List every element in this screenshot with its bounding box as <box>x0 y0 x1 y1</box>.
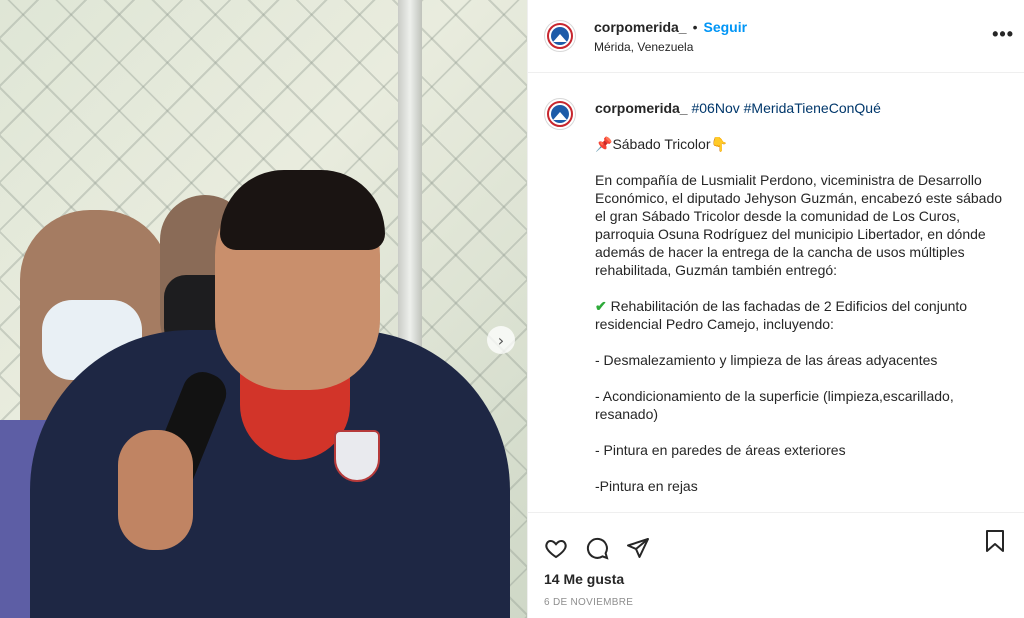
caption-title: 📌Sábado Tricolor👇 <box>595 135 1010 153</box>
post-date[interactable]: 6 DE NOVIEMBRE <box>528 597 1024 608</box>
caption-list-item: -Pintura en rejas <box>595 478 698 494</box>
logo-ring <box>547 23 573 49</box>
caption-username-link[interactable]: corpomerida_ <box>595 100 688 116</box>
caption-list-item: - Acondicionamiento de la superficie (li… <box>595 388 954 422</box>
logo-ring <box>547 101 573 127</box>
hashtag-links[interactable]: #06Nov #MeridaTieneConQué <box>691 100 880 116</box>
next-photo-button[interactable]: › <box>487 326 515 354</box>
likes-count[interactable]: 14 Me gusta <box>528 571 1024 587</box>
header-line: corpomerida_ • Seguir <box>594 19 747 35</box>
share-icon <box>627 538 649 558</box>
caption-area: corpomerida_ #06Nov #MeridaTieneConQué 📌… <box>528 74 1024 512</box>
post-sidebar: corpomerida_ • Seguir Mérida, Venezuela … <box>527 0 1024 618</box>
caption-header: corpomerida_ #06Nov #MeridaTieneConQué <box>595 99 1010 117</box>
caption-title-text: Sábado Tricolor <box>612 136 711 152</box>
save-button[interactable] <box>981 527 1009 555</box>
fence-pole <box>398 0 422 380</box>
jacket-crest <box>334 430 380 482</box>
caption-paragraph: En compañía de Lusmialit Perdono, vicemi… <box>595 172 1003 278</box>
post-photo[interactable]: › <box>0 0 527 618</box>
more-options-button[interactable]: ••• <box>992 24 1014 45</box>
caption-check-text: Rehabilitación de las fachadas de 2 Edif… <box>595 298 968 332</box>
check-mark-icon: ✔ <box>595 298 607 314</box>
share-button[interactable] <box>624 534 652 562</box>
separator-dot: • <box>692 18 698 35</box>
caption-list-item: - Desmalezamiento y limpieza de las área… <box>595 352 938 368</box>
pushpin-icon: 📌 <box>595 136 613 152</box>
comment-icon <box>586 537 609 560</box>
actions-bar: 14 Me gusta 6 DE NOVIEMBRE <box>528 512 1024 618</box>
like-button[interactable] <box>542 534 570 562</box>
username-link[interactable]: corpomerida_ <box>594 19 687 35</box>
mountain-logo-icon <box>551 105 569 123</box>
caption-check-item: ✔ Rehabilitación de las fachadas de 2 Ed… <box>595 297 1010 333</box>
caption-list-item: - Pintura en paredes de áreas exteriores <box>595 442 846 458</box>
caption-text: corpomerida_ #06Nov #MeridaTieneConQué 📌… <box>595 96 1010 512</box>
caption-avatar[interactable] <box>544 98 576 130</box>
avatar[interactable] <box>544 20 576 52</box>
pointing-down-icon: 👇 <box>710 136 728 152</box>
post-header: corpomerida_ • Seguir Mérida, Venezuela … <box>528 0 1024 73</box>
chevron-right-icon: › <box>497 330 505 350</box>
follow-button[interactable]: Seguir <box>704 19 748 35</box>
heart-icon <box>545 539 567 559</box>
header-text: corpomerida_ • Seguir Mérida, Venezuela <box>594 19 747 54</box>
speaker-hand <box>118 430 193 550</box>
comment-button[interactable] <box>583 534 611 562</box>
bookmark-icon <box>986 530 1004 552</box>
action-icons <box>528 513 1024 569</box>
location-link[interactable]: Mérida, Venezuela <box>594 40 747 54</box>
mountain-logo-icon <box>551 27 569 45</box>
